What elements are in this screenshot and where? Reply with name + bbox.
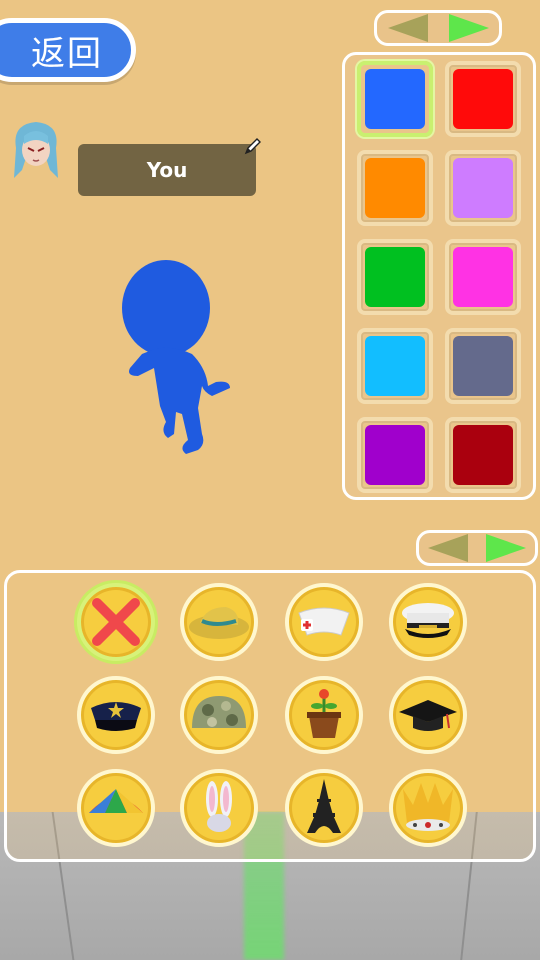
straw-hat-icon — [189, 607, 249, 639]
hat-slot[interactable] — [77, 769, 155, 847]
next-arrow-icon[interactable] — [486, 534, 526, 562]
hat-slot[interactable] — [180, 676, 258, 754]
next-arrow-icon[interactable] — [448, 14, 489, 42]
hat-slot[interactable] — [285, 676, 363, 754]
player-character — [122, 260, 230, 454]
color-swatch[interactable] — [445, 417, 521, 493]
color-swatch[interactable] — [445, 239, 521, 315]
graduation-cap-icon — [399, 700, 457, 731]
color-swatch[interactable] — [357, 239, 433, 315]
color-swatch[interactable] — [445, 61, 521, 137]
hat-slot[interactable] — [77, 583, 155, 661]
hat-panel — [4, 570, 536, 862]
hat-slot[interactable] — [389, 769, 467, 847]
prev-arrow-icon[interactable] — [428, 534, 468, 562]
color-swatch[interactable] — [357, 328, 433, 404]
color-pager — [374, 10, 502, 46]
none-x-icon — [92, 598, 140, 646]
prev-arrow-icon[interactable] — [387, 14, 428, 42]
camo-helmet-icon — [192, 696, 246, 728]
edit-pencil-icon[interactable] — [243, 136, 263, 156]
eiffel-tower-hat-icon — [307, 779, 341, 833]
hat-slot[interactable] — [389, 676, 467, 754]
player-name-field[interactable]: You — [78, 144, 256, 196]
hat-pager — [416, 530, 538, 566]
color-swatch[interactable] — [445, 150, 521, 226]
color-panel — [342, 52, 536, 500]
color-swatch[interactable] — [357, 150, 433, 226]
hat-slot[interactable] — [180, 769, 258, 847]
hat-slot[interactable] — [180, 583, 258, 661]
back-button[interactable]: 返回 — [0, 18, 136, 82]
captain-hat-icon — [402, 603, 454, 638]
umbrella-hat-icon — [89, 789, 143, 813]
nurse-cap-icon — [298, 607, 350, 636]
color-swatch[interactable] — [357, 417, 433, 493]
hat-slot[interactable] — [285, 583, 363, 661]
hat-slot[interactable] — [77, 676, 155, 754]
hat-slot[interactable] — [285, 769, 363, 847]
avatar-icon — [14, 122, 58, 178]
bunny-ears-icon — [206, 781, 232, 832]
crown-icon — [403, 783, 453, 831]
color-swatch[interactable] — [357, 61, 433, 137]
color-swatch[interactable] — [445, 328, 521, 404]
police-cap-icon — [91, 702, 141, 731]
flower-pot-hat-icon — [307, 689, 341, 738]
hat-slot[interactable] — [389, 583, 467, 661]
